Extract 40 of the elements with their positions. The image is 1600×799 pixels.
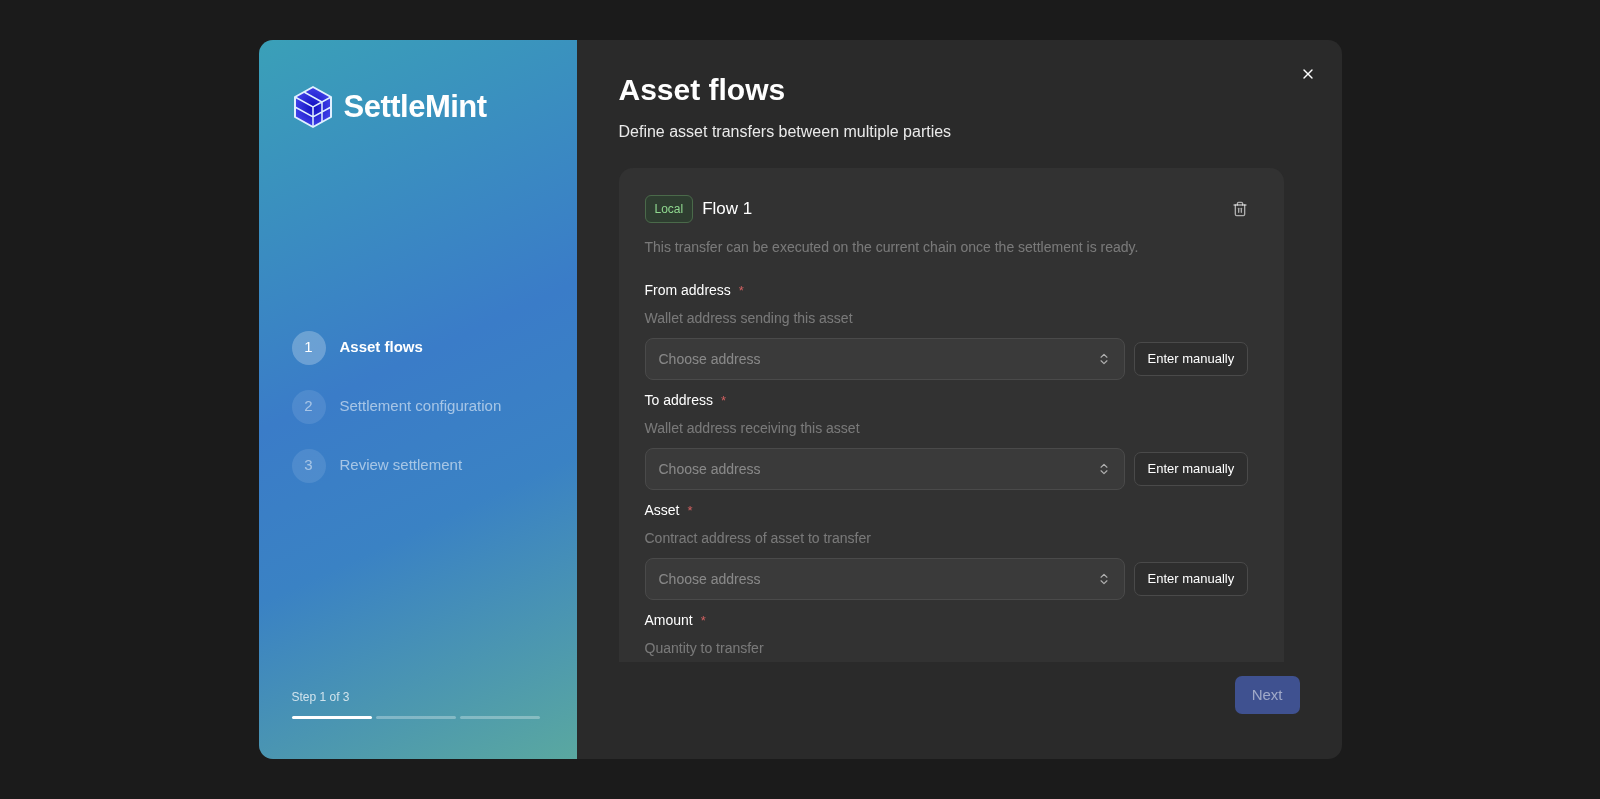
field-hint: Wallet address sending this asset: [644, 309, 854, 328]
local-badge: Local: [644, 195, 694, 223]
select-placeholder: Choose address: [658, 459, 761, 479]
step-number: 3: [291, 448, 326, 483]
step-label: Review settlement: [339, 455, 463, 476]
enter-manually-button[interactable]: Enter manually: [1133, 342, 1249, 376]
field-label: Amount: [644, 611, 693, 630]
delete-button[interactable]: [1231, 201, 1248, 217]
cube-logo-icon: [291, 85, 334, 130]
step-number: 1: [291, 330, 326, 365]
step-item[interactable]: 2 Settlement configuration: [291, 389, 544, 424]
page-title: Asset flows: [618, 72, 787, 108]
step-number: 2: [291, 389, 326, 424]
address-select[interactable]: Choose address: [644, 558, 1125, 600]
address-select[interactable]: Choose address: [644, 338, 1125, 380]
trash-icon: [1231, 201, 1248, 217]
required-asterisk: *: [721, 391, 727, 410]
brand-name: SettleMint: [343, 88, 487, 126]
step-label: Asset flows: [339, 337, 423, 358]
step-item[interactable]: 3 Review settlement: [291, 448, 544, 483]
select-placeholder: Choose address: [658, 349, 761, 369]
required-asterisk: *: [687, 501, 693, 520]
field-label: Asset: [644, 501, 680, 520]
field-label: To address: [644, 391, 713, 410]
enter-manually-button[interactable]: Enter manually: [1133, 562, 1249, 596]
select-placeholder: Choose address: [658, 569, 761, 589]
address-select[interactable]: Choose address: [644, 448, 1125, 490]
required-asterisk: *: [738, 281, 744, 300]
page-subtitle: Define asset transfers between multiple parties: [618, 122, 953, 142]
field-hint: Contract address of asset to transfer: [644, 529, 872, 548]
field-hint: Wallet address receiving this asset: [644, 419, 861, 438]
flow-title: Flow 1: [702, 198, 753, 221]
required-asterisk: *: [700, 611, 706, 630]
field-hint: Quantity to transfer: [644, 639, 765, 658]
step-label: Settlement configuration: [339, 396, 502, 417]
flow-description: This transfer can be executed on the current chain once the settlement is ready.: [644, 238, 1140, 257]
field-label: From address: [644, 281, 731, 300]
step-item[interactable]: 1 Asset flows: [291, 330, 544, 365]
step-counter: Step 1 of 3: [291, 689, 351, 706]
enter-manually-button[interactable]: Enter manually: [1133, 452, 1249, 486]
